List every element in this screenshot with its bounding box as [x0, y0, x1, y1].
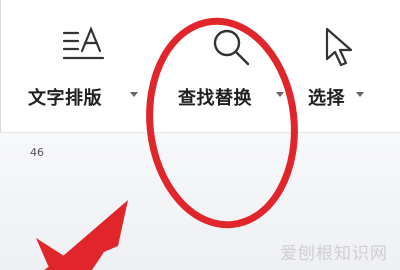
highlight-circle [146, 17, 298, 229]
watermark: 爱刨根知识网 [280, 244, 388, 264]
annotation-layer [36, 17, 298, 270]
